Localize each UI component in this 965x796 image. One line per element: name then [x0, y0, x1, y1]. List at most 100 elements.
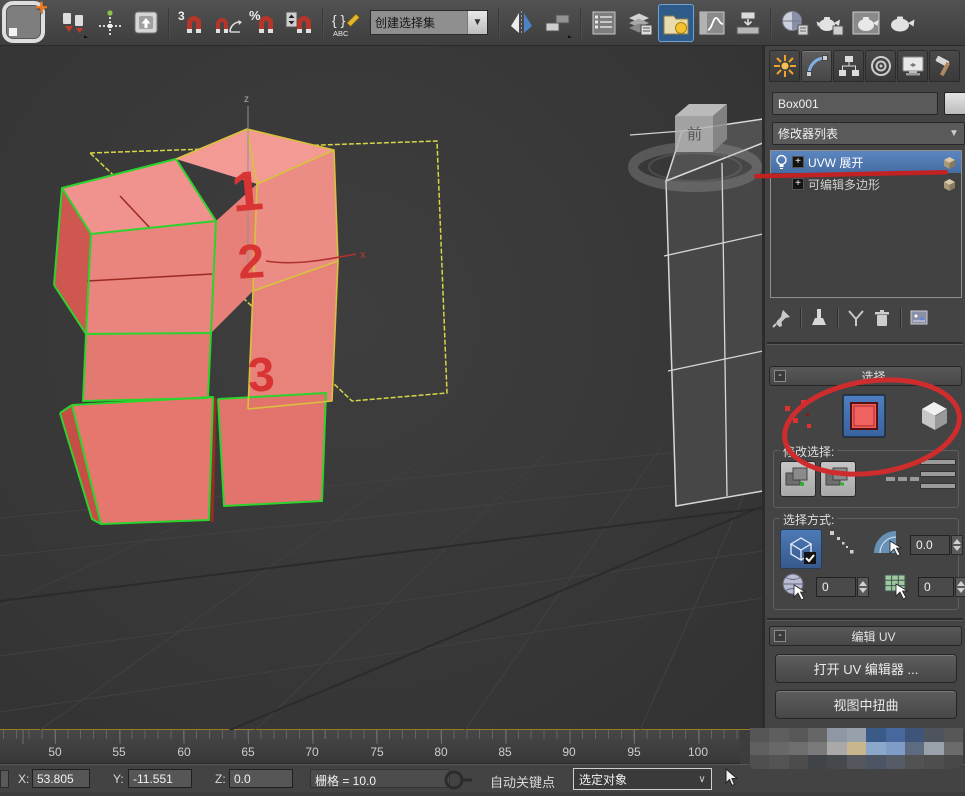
render-icon[interactable]	[884, 4, 920, 42]
time-ruler[interactable]: 50 55 60 65 70 75 80 85 90 95 100	[0, 730, 740, 764]
tab-display[interactable]	[897, 50, 928, 82]
tab-modify[interactable]	[801, 50, 832, 82]
edit-named-selections-icon[interactable]: { }ABC	[328, 4, 364, 42]
rollout-edit-uv-header[interactable]: - 编辑 UV	[769, 626, 962, 646]
angle-snap-icon[interactable]	[210, 4, 246, 42]
annotation-2: 2	[236, 235, 266, 290]
schematic-view-icon[interactable]	[730, 4, 766, 42]
lightbulb-icon[interactable]	[775, 154, 788, 170]
keyboard-override-icon[interactable]	[128, 4, 164, 42]
time-tick-label: 55	[112, 745, 125, 759]
object-name-field[interactable]	[772, 92, 938, 115]
align-icon[interactable]	[540, 4, 576, 42]
isolate-icon[interactable]	[0, 770, 9, 788]
select-and-manipulate-icon[interactable]	[92, 4, 128, 42]
ignore-backfacing-toggle[interactable]	[780, 529, 822, 569]
vertex-mode-icon[interactable]	[777, 394, 821, 438]
modify-selection-label: 修改选择:	[780, 443, 837, 460]
material-id-icon[interactable]	[882, 571, 914, 606]
time-tick-label: 65	[241, 745, 254, 759]
svg-text:3: 3	[178, 9, 185, 23]
soft-selection-icon	[828, 529, 858, 562]
open-uv-editor-button[interactable]: 打开 UV 编辑器 ...	[775, 654, 957, 683]
y-coordinate-field[interactable]	[128, 769, 192, 788]
time-tick-label: 70	[305, 745, 318, 759]
snap-3d-icon[interactable]: 3	[174, 4, 210, 42]
expand-icon[interactable]: +	[792, 156, 804, 168]
rendered-frame-window-icon[interactable]	[848, 4, 884, 42]
remove-modifier-icon[interactable]	[869, 306, 895, 330]
modifier-row-editable-poly[interactable]: + 可编辑多边形	[771, 173, 961, 195]
selection-filter-value: 选定对象	[574, 771, 693, 788]
tab-hierarchy[interactable]	[833, 50, 864, 82]
rollout-selection-header[interactable]: - 选择	[769, 366, 962, 386]
collapse-toggle[interactable]: -	[774, 370, 786, 382]
modifier-row-uvw-unwrap[interactable]: + UVW 展开	[771, 151, 961, 173]
collapse-toggle[interactable]: -	[774, 630, 786, 642]
time-tick-label: 85	[498, 745, 511, 759]
z-label: Z:	[215, 772, 226, 786]
chevron-down-icon: ∨	[693, 774, 711, 785]
pin-stack-icon[interactable]	[769, 306, 795, 330]
expand-icon[interactable]: +	[792, 178, 804, 190]
mouse-cursor-icon	[723, 768, 739, 791]
annotation-1: 1	[229, 158, 266, 223]
configure-modifier-sets-icon[interactable]	[906, 306, 932, 330]
time-tick-label: 100	[688, 745, 708, 759]
loop-selection-buttons[interactable]	[920, 459, 956, 489]
selection-filter-dropdown[interactable]: 选定对象 ∨	[573, 768, 712, 790]
annotation-3: 3	[247, 348, 276, 402]
panel-divider	[767, 618, 963, 620]
curve-editor-icon[interactable]	[694, 4, 730, 42]
material-id-field[interactable]: 0	[918, 577, 954, 597]
svg-text:%: %	[249, 8, 261, 23]
planar-angle-spinner[interactable]	[951, 535, 963, 555]
toolbar-separator	[770, 8, 772, 38]
select-and-place-icon[interactable]	[56, 4, 92, 42]
element-mode-icon[interactable]	[912, 394, 956, 438]
box001-model[interactable]	[54, 129, 338, 524]
object-color-swatch[interactable]	[944, 92, 965, 115]
polygon-mode-icon[interactable]	[842, 394, 886, 438]
modifier-label: UVW 展开	[808, 154, 938, 171]
main-toolbar: 3 % { }ABC 创建选择集 ▼	[0, 0, 965, 46]
smoothing-group-icon[interactable]	[780, 571, 812, 606]
perspective-viewport[interactable]: z x 1 2 3 前	[0, 46, 763, 730]
modifier-list-dropdown[interactable]: 修改器列表 ▼	[772, 122, 965, 145]
make-unique-icon[interactable]	[843, 306, 869, 330]
mirror-icon[interactable]	[504, 4, 540, 42]
spinner-snap-icon[interactable]	[282, 4, 318, 42]
layer-explorer-icon[interactable]	[622, 4, 658, 42]
percent-snap-icon[interactable]: %	[246, 4, 282, 42]
material-editor-icon[interactable]	[776, 4, 812, 42]
viewcube-front-label: 前	[687, 126, 702, 143]
scene-explorer-icon[interactable]	[586, 4, 622, 42]
tab-create[interactable]	[769, 50, 800, 82]
shrink-selection-button[interactable]	[820, 461, 856, 497]
chevron-down-icon[interactable]: ▼	[467, 11, 487, 34]
tab-utilities[interactable]	[929, 50, 960, 82]
show-end-result-icon[interactable]	[806, 306, 832, 330]
svg-text:{ }: { }	[332, 12, 346, 28]
smoothing-group-spinner[interactable]	[857, 577, 869, 597]
command-panel: 修改器列表 ▼ + UVW 展开 + 可编辑多边形	[765, 46, 965, 730]
x-coordinate-field[interactable]	[32, 769, 90, 788]
toolbar-separator	[322, 8, 324, 38]
screen-capture-icon: +	[2, 1, 45, 43]
planar-angle-icon[interactable]	[870, 527, 902, 562]
modify-selection-group: 修改选择:	[773, 450, 959, 508]
ribbon-toggle-icon[interactable]	[658, 4, 694, 42]
auto-key-button[interactable]: 自动关键点	[490, 772, 555, 791]
named-selection-sets-dropdown[interactable]: 创建选择集 ▼	[370, 10, 488, 35]
material-id-spinner[interactable]	[955, 577, 965, 597]
tweak-in-view-button[interactable]: 视图中扭曲	[775, 690, 957, 719]
smoothing-group-field[interactable]: 0	[816, 577, 856, 597]
grow-selection-button[interactable]	[780, 461, 816, 497]
tab-motion[interactable]	[865, 50, 896, 82]
z-coordinate-field[interactable]	[229, 769, 293, 788]
render-setup-icon[interactable]	[812, 4, 848, 42]
planar-angle-field[interactable]: 0.0	[910, 535, 950, 555]
ring-selection-spinners[interactable]	[886, 477, 919, 481]
time-tick-label: 60	[177, 745, 190, 759]
selection-method-label: 选择方式:	[780, 511, 837, 528]
